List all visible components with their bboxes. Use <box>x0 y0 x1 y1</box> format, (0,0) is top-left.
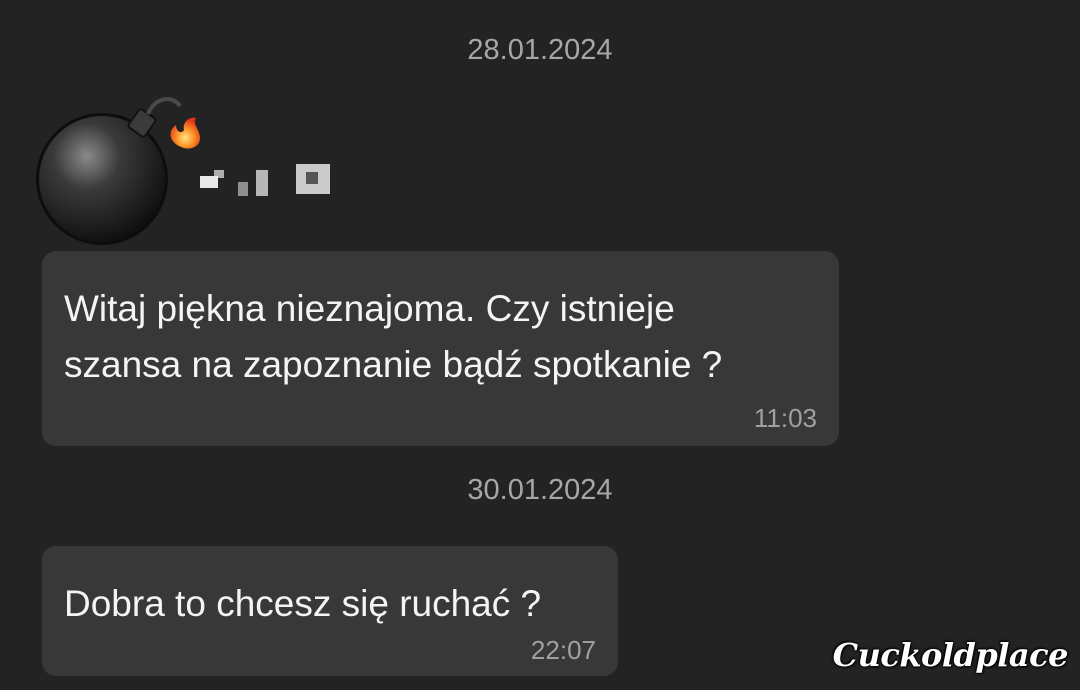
message-line: Witaj piękna nieznajoma. Czy istnieje <box>64 288 675 329</box>
pixelated-block <box>306 172 318 184</box>
watermark: Cuckoldplace <box>832 636 1069 674</box>
sender-name-redacted[interactable] <box>194 162 334 198</box>
pixelated-block <box>256 170 268 196</box>
message-line: szansa na zapoznanie bądź spotkanie ? <box>64 344 723 385</box>
message-text: Witaj piękna nieznajoma. Czy istnieje sz… <box>64 281 824 393</box>
message-bubble[interactable]: Witaj piękna nieznajoma. Czy istnieje sz… <box>42 251 839 446</box>
message-timestamp: 11:03 <box>753 403 817 433</box>
date-separator: 30.01.2024 <box>467 474 613 506</box>
pixelated-block <box>214 170 224 178</box>
message-line: Dobra to chcesz się ruchać ? <box>64 583 542 624</box>
message-text: Dobra to chcesz się ruchać ? <box>64 576 604 632</box>
message-bubble[interactable]: Dobra to chcesz się ruchać ? 22:07 <box>42 546 618 676</box>
message-timestamp: 22:07 <box>530 635 596 665</box>
pixelated-block <box>238 182 248 196</box>
date-separator: 28.01.2024 <box>467 34 613 66</box>
